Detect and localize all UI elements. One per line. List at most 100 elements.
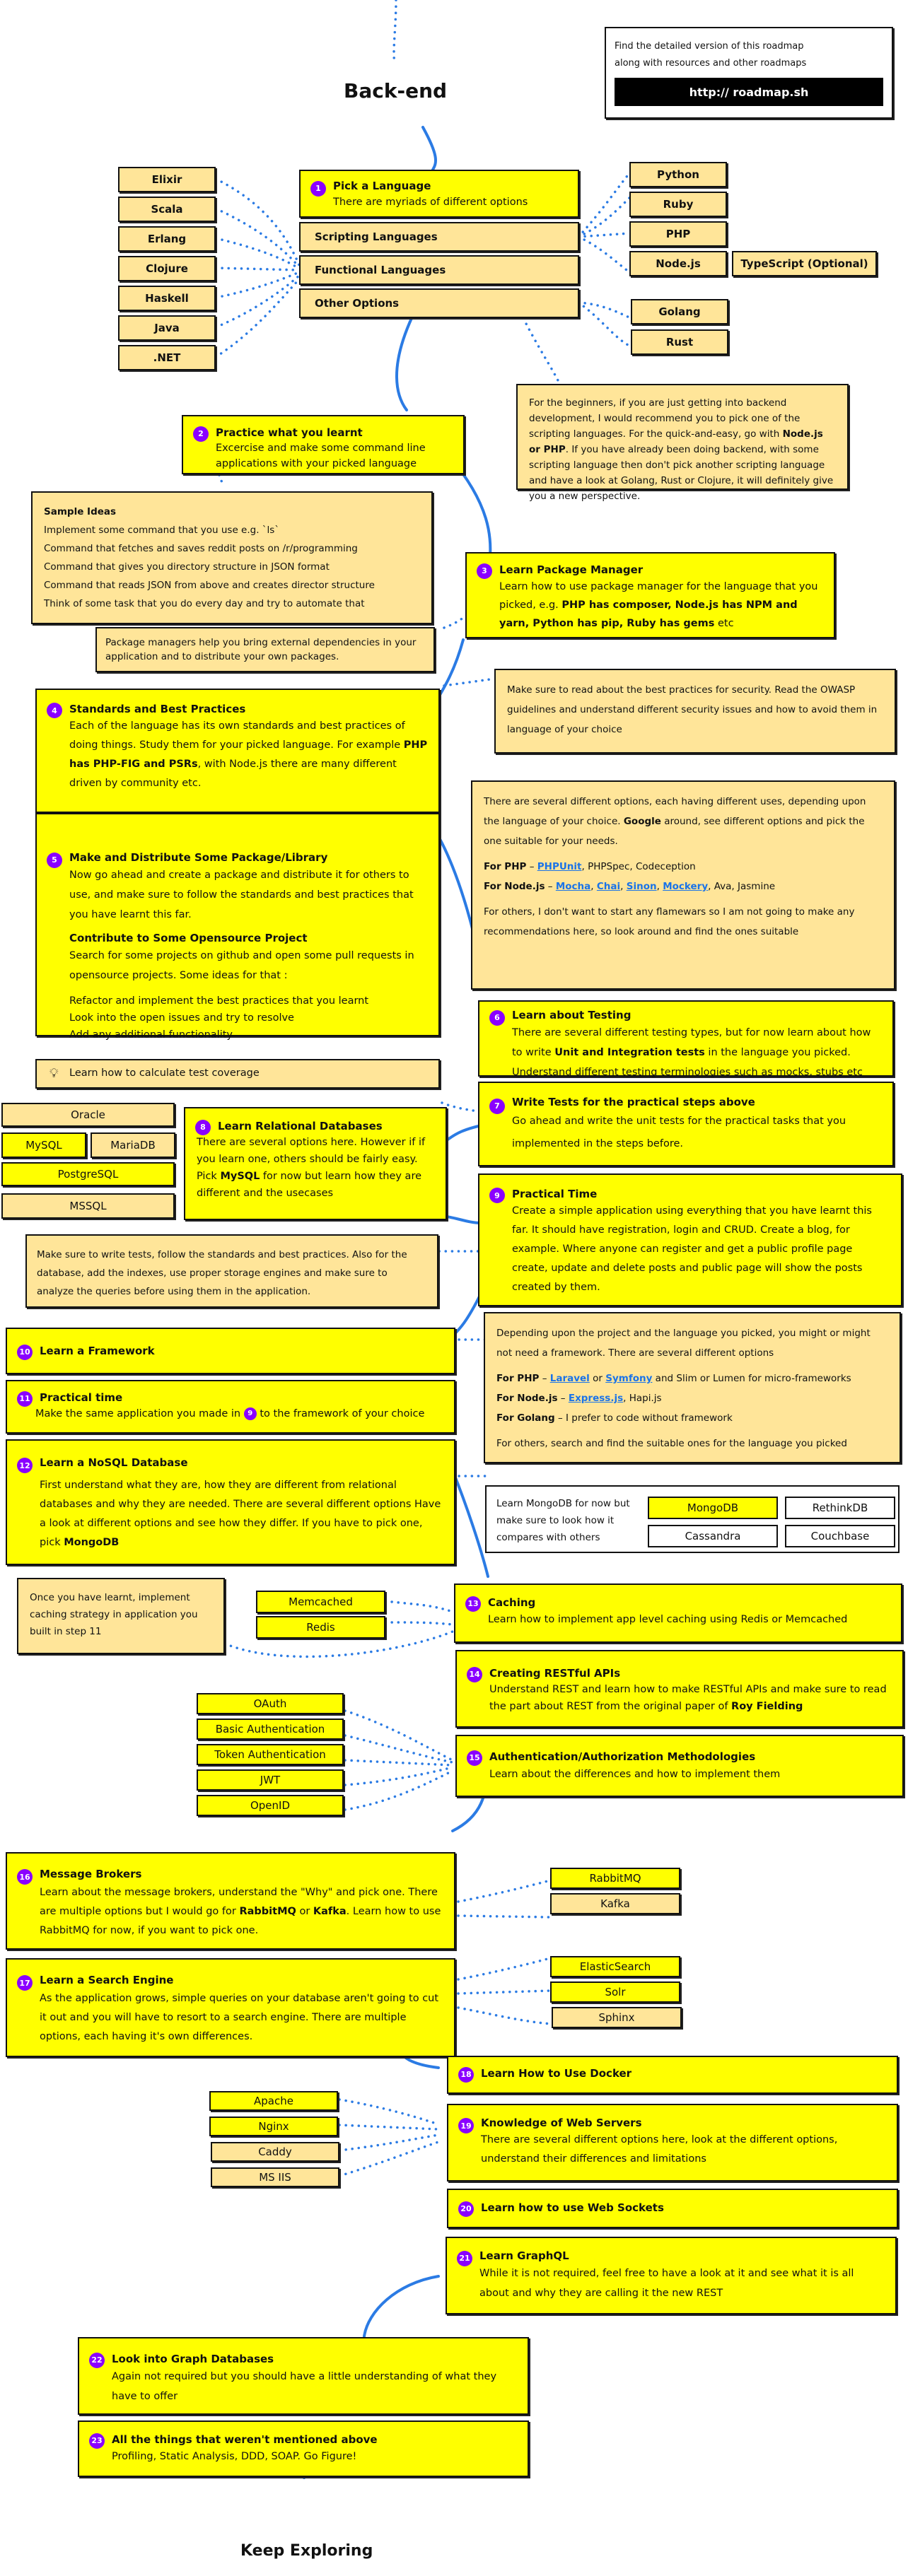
auth-oauth[interactable]: OAuth <box>197 1693 344 1714</box>
step-22-graph-databases[interactable]: 22 Look into Graph Databases Again not r… <box>78 2337 529 2415</box>
main-path <box>363 2275 440 2338</box>
category-scripting[interactable]: Scripting Languages <box>299 222 579 252</box>
step-5-distribute-package[interactable]: 5 Make and Distribute Some Package/Libra… <box>35 813 440 1041</box>
step-title: Authentication/Authorization Methodologi… <box>489 1750 756 1763</box>
server-msiis[interactable]: MS IIS <box>211 2167 339 2187</box>
idea-item: Add any additional functionality <box>69 1029 233 1041</box>
server-nginx[interactable]: Nginx <box>209 2117 338 2136</box>
step-title: Practical Time <box>512 1188 598 1200</box>
step-16-message-brokers[interactable]: 16 Message Brokers Learn about the messa… <box>6 1852 455 1950</box>
nosql-rethinkdb[interactable]: RethinkDB <box>785 1497 895 1519</box>
link-laravel[interactable]: Laravel <box>550 1373 590 1384</box>
step-badge: 20 <box>458 2201 474 2217</box>
step-19-web-servers[interactable]: 19 Knowledge of Web Servers There are se… <box>447 2104 898 2182</box>
step-badge: 19 <box>458 2118 474 2133</box>
lang-clojure[interactable]: Clojure <box>118 256 216 281</box>
step-badge: 11 <box>17 1391 33 1407</box>
step-title: Message Brokers <box>40 1868 142 1880</box>
broker-rabbitmq[interactable]: RabbitMQ <box>550 1868 680 1889</box>
step-title: Knowledge of Web Servers <box>481 2117 642 2129</box>
database-best-practices-note: Make sure to write tests, follow the sta… <box>25 1234 438 1308</box>
nosql-cassandra[interactable]: Cassandra <box>648 1525 778 1547</box>
lang-haskell[interactable]: Haskell <box>118 286 216 311</box>
category-other[interactable]: Other Options <box>299 288 579 318</box>
step-6-testing[interactable]: 6 Learn about Testing There are several … <box>478 1000 894 1078</box>
step-desc: Learn about the message brokers, underst… <box>40 1887 441 1936</box>
lang-php[interactable]: PHP <box>629 221 727 247</box>
step-7-write-tests[interactable]: 7 Write Tests for the practical steps ab… <box>478 1082 894 1166</box>
auth-token[interactable]: Token Authentication <box>197 1744 344 1765</box>
step-11-practical-time[interactable]: 11 Practical time Make the same applicat… <box>6 1380 455 1434</box>
lang-erlang[interactable]: Erlang <box>118 226 216 252</box>
db-mssql[interactable]: MSSQL <box>1 1193 175 1219</box>
lang-nodejs[interactable]: Node.js <box>629 251 727 276</box>
step-4-standards[interactable]: 4 Standards and Best Practices Each of t… <box>35 689 440 813</box>
step-reference-badge[interactable]: 9 <box>243 1407 257 1420</box>
step-title: Learn Relational Databases <box>218 1120 383 1132</box>
step-13-caching[interactable]: 13 Caching Learn how to implement app le… <box>454 1583 902 1643</box>
step-14-restful-apis[interactable]: 14 Creating RESTful APIs Understand REST… <box>455 1650 904 1728</box>
step-17-search-engine[interactable]: 17 Learn a Search Engine As the applicat… <box>6 1958 455 2057</box>
db-oracle[interactable]: Oracle <box>1 1103 175 1127</box>
step-2-practice[interactable]: 2 Practice what you learnt Excercise and… <box>182 415 465 474</box>
step-title: Look into Graph Databases <box>112 2353 274 2365</box>
search-elasticsearch[interactable]: ElasticSearch <box>550 1956 680 1977</box>
search-sphinx[interactable]: Sphinx <box>552 2007 682 2028</box>
step-3-package-manager[interactable]: 3 Learn Package Manager Learn how to use… <box>465 552 835 638</box>
step-title: Learn how to use Web Sockets <box>481 2201 664 2214</box>
lang-python[interactable]: Python <box>629 162 727 187</box>
cache-memcached[interactable]: Memcached <box>256 1591 385 1613</box>
nosql-mongodb[interactable]: MongoDB <box>648 1497 778 1519</box>
lang-elixir[interactable]: Elixir <box>118 167 216 192</box>
nosql-couchbase[interactable]: Couchbase <box>785 1525 895 1547</box>
server-caddy[interactable]: Caddy <box>211 2142 339 2162</box>
step-9-practical-time[interactable]: 9 Practical Time Create a simple applica… <box>478 1173 902 1306</box>
db-mariadb[interactable]: MariaDB <box>91 1132 175 1158</box>
server-apache[interactable]: Apache <box>209 2091 338 2111</box>
category-functional[interactable]: Functional Languages <box>299 255 579 285</box>
step-desc: Learn how to use package manager for the… <box>499 581 818 629</box>
link-sinon[interactable]: Sinon <box>627 881 657 892</box>
lang-dotnet[interactable]: .NET <box>118 345 216 370</box>
roadmap-link-button[interactable]: http:// roadmap.sh <box>615 78 883 106</box>
step-badge: 17 <box>17 1975 33 1991</box>
step-10-framework[interactable]: 10 Learn a Framework <box>6 1328 455 1374</box>
link-mockery[interactable]: Mockery <box>663 881 708 892</box>
link-phpunit[interactable]: PHPUnit <box>537 861 582 872</box>
search-solr[interactable]: Solr <box>550 1981 680 2003</box>
step-1-pick-language[interactable]: 1 Pick a Language There are myriads of d… <box>299 170 579 218</box>
auth-jwt[interactable]: JWT <box>197 1769 344 1791</box>
step-23-everything-else[interactable]: 23 All the things that weren't mentioned… <box>78 2420 529 2477</box>
step-18-docker[interactable]: 18 Learn How to Use Docker <box>447 2056 898 2094</box>
lang-rust[interactable]: Rust <box>631 329 728 355</box>
step-15-authentication[interactable]: 15 Authentication/Authorization Methodol… <box>455 1735 904 1797</box>
test-coverage-tip[interactable]: 💡︎ Learn how to calculate test coverage <box>35 1059 440 1089</box>
lang-golang[interactable]: Golang <box>631 299 728 324</box>
link-symfony[interactable]: Symfony <box>605 1373 652 1384</box>
step-badge: 2 <box>193 426 209 442</box>
db-mysql[interactable]: MySQL <box>1 1132 86 1158</box>
idea-item: Look into the open issues and try to res… <box>69 1012 294 1024</box>
db-postgresql[interactable]: PostgreSQL <box>1 1162 175 1186</box>
lang-scala[interactable]: Scala <box>118 197 216 222</box>
lang-ruby[interactable]: Ruby <box>629 192 727 217</box>
step-desc: First understand what they are, how they… <box>40 1480 441 1548</box>
step-badge: 5 <box>47 853 62 868</box>
step-desc: As the application grows, simple queries… <box>40 1993 439 2042</box>
broker-kafka[interactable]: Kafka <box>550 1893 680 1914</box>
cache-redis[interactable]: Redis <box>256 1616 385 1639</box>
auth-openid[interactable]: OpenID <box>197 1795 344 1816</box>
lang-typescript[interactable]: TypeScript (Optional) <box>732 251 877 276</box>
step-12-nosql[interactable]: 12 Learn a NoSQL Database First understa… <box>6 1439 455 1565</box>
link-mocha[interactable]: Mocha <box>556 881 590 892</box>
auth-basic[interactable]: Basic Authentication <box>197 1719 344 1740</box>
step-8-relational-databases[interactable]: 8 Learn Relational Databases There are s… <box>184 1107 447 1220</box>
step-20-web-sockets[interactable]: 20 Learn how to use Web Sockets <box>447 2189 898 2228</box>
lang-java[interactable]: Java <box>118 315 216 341</box>
nosql-aside: Learn MongoDB for now but make sure to l… <box>496 1498 630 1543</box>
step-title: Learn a Framework <box>40 1345 155 1357</box>
link-chai[interactable]: Chai <box>597 881 620 892</box>
step-desc: Understand REST and learn how to make RE… <box>489 1684 887 1712</box>
link-expressjs[interactable]: Express.js <box>569 1393 623 1404</box>
step-21-graphql[interactable]: 21 Learn GraphQL While it is not require… <box>446 2237 897 2314</box>
